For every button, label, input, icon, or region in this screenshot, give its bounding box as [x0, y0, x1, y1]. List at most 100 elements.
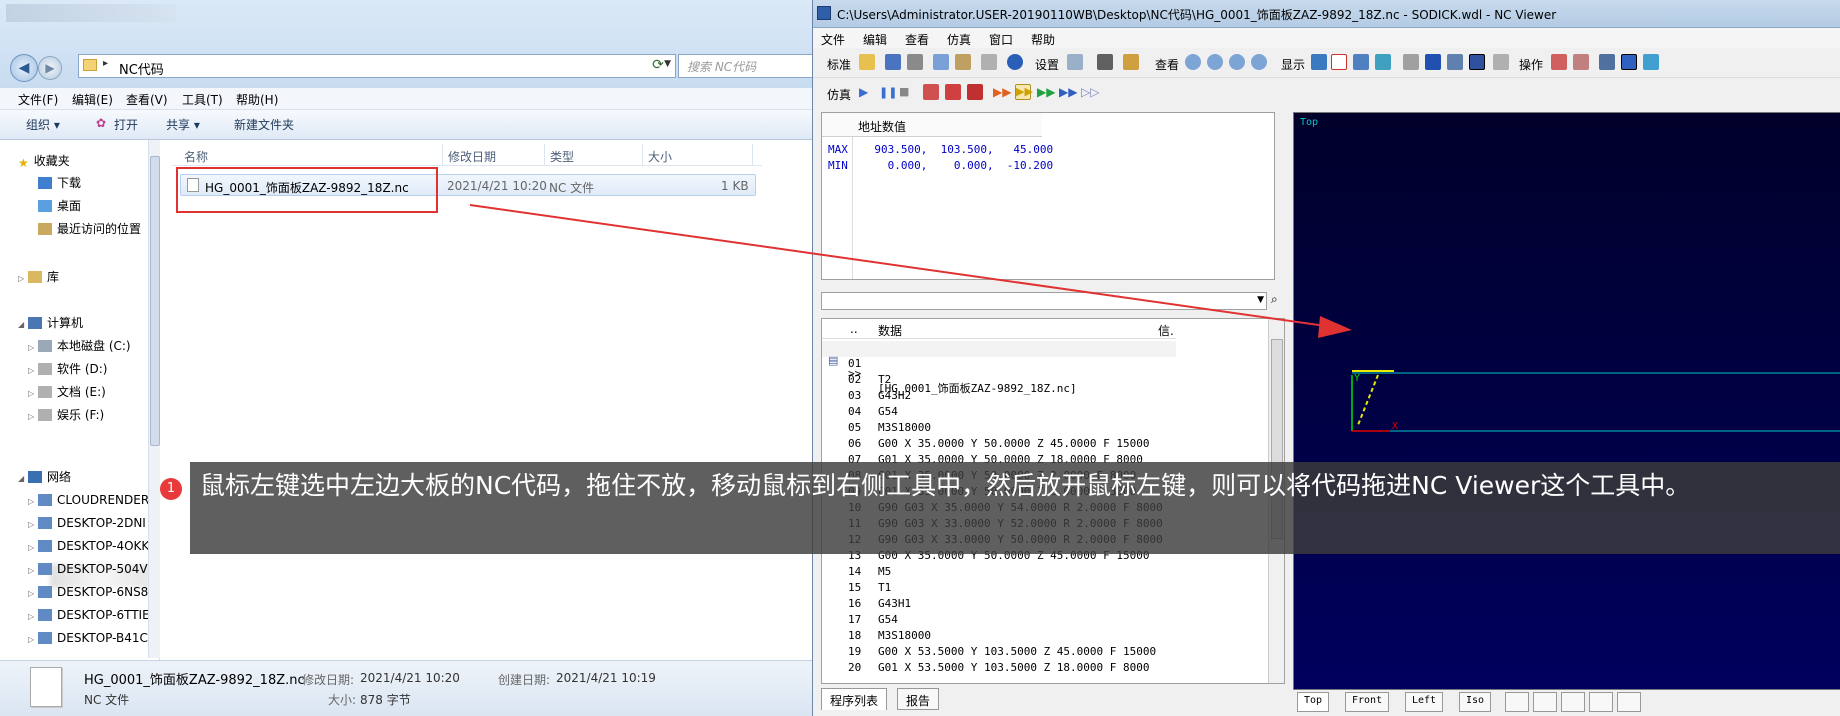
tab-left-view[interactable]: Left: [1405, 692, 1444, 712]
nc-menu-simulate[interactable]: 仿真: [947, 31, 971, 48]
organize-button[interactable]: 组织 ▾: [26, 116, 60, 133]
program-file-row[interactable]: ▤ >> [HG_0001_饰面板ZAZ-9892_18Z.nc]: [822, 341, 1176, 395]
zoom-fit-icon[interactable]: [1251, 54, 1267, 70]
axis-icon[interactable]: [1353, 54, 1369, 70]
layout-three-icon[interactable]: [1589, 692, 1613, 712]
stock-icon[interactable]: [1403, 54, 1419, 70]
layout-single-icon[interactable]: [1505, 692, 1529, 712]
chevron-down-icon[interactable]: ▼: [1257, 295, 1264, 305]
nav-network[interactable]: ◢ 网络: [18, 466, 168, 488]
pan-icon[interactable]: [1599, 54, 1615, 70]
program-line[interactable]: 15 T1: [822, 581, 1176, 597]
nav-desktop[interactable]: 桌面: [38, 195, 188, 217]
step-forward-icon[interactable]: ▶▶: [1037, 85, 1055, 101]
clear-icon[interactable]: [1493, 54, 1509, 70]
layout-split-icon[interactable]: [1533, 692, 1557, 712]
filter-icon[interactable]: [1097, 54, 1113, 70]
zoom-window-icon[interactable]: [1185, 54, 1201, 70]
tab-top-view[interactable]: Top: [1297, 692, 1330, 712]
find-icon[interactable]: ⌕: [1271, 292, 1287, 310]
settings-icon[interactable]: [1123, 54, 1139, 70]
program-line[interactable]: 01: [822, 357, 1176, 373]
stop-icon[interactable]: ■: [899, 85, 915, 101]
menu-edit[interactable]: 编辑(E): [72, 91, 113, 108]
chevron-right-icon[interactable]: ▸: [103, 58, 108, 69]
layout-quad-icon[interactable]: [1561, 692, 1585, 712]
reset-icon[interactable]: [923, 84, 939, 100]
zoom-in-icon[interactable]: [1207, 54, 1223, 70]
program-line[interactable]: 04 G54: [822, 405, 1176, 421]
nav-computer[interactable]: ◢ 计算机: [18, 312, 168, 334]
model-icon[interactable]: [1447, 54, 1463, 70]
nav-recent[interactable]: 最近访问的位置: [38, 218, 188, 240]
menu-help[interactable]: 帮助(H): [236, 91, 278, 108]
forward-button[interactable]: ▶: [38, 56, 62, 80]
frame-icon[interactable]: [1469, 54, 1485, 70]
measure-icon[interactable]: [1573, 54, 1589, 70]
menu-file[interactable]: 文件(F): [18, 91, 58, 108]
back-button[interactable]: ◀: [10, 54, 38, 82]
tab-iso-view[interactable]: Iso: [1459, 692, 1492, 712]
step-back-icon[interactable]: ▶▶: [993, 85, 1011, 101]
layout-bottom-icon[interactable]: [1617, 692, 1641, 712]
nav-scrollbar[interactable]: [148, 140, 160, 658]
search-input[interactable]: 搜索 NC代码: [678, 54, 820, 78]
open-icon[interactable]: [859, 54, 875, 70]
address-bar[interactable]: ▸ NC代码 ▼: [78, 54, 676, 78]
end-icon[interactable]: ▷▷: [1081, 85, 1099, 101]
nc-menu-window[interactable]: 窗口: [989, 31, 1013, 48]
move-icon[interactable]: [1621, 54, 1637, 70]
nav-libraries[interactable]: ▷ 库: [18, 266, 168, 288]
tool-icon[interactable]: [981, 54, 997, 70]
menu-tools[interactable]: 工具(T): [182, 91, 223, 108]
paste-icon[interactable]: [955, 54, 971, 70]
program-line[interactable]: 02 T2: [822, 373, 1176, 389]
copy-icon[interactable]: [933, 54, 949, 70]
program-line[interactable]: 17 G54: [822, 613, 1176, 629]
program-line[interactable]: 19 G00 X 53.5000 Y 103.5000 Z 45.0000 F 1…: [822, 645, 1176, 661]
select-icon[interactable]: [1551, 54, 1567, 70]
program-line[interactable]: 05 M3S18000: [822, 421, 1176, 437]
graphics-viewport[interactable]: Top X Y: [1293, 112, 1840, 690]
menu-view[interactable]: 查看(V): [126, 91, 168, 108]
new-folder-button[interactable]: 新建文件夹: [234, 116, 294, 133]
column-modified[interactable]: 修改日期: [448, 148, 496, 165]
nav-downloads[interactable]: 下载: [38, 172, 188, 194]
program-line[interactable]: 16 G43H1: [822, 597, 1176, 613]
program-search-combo[interactable]: ▼: [821, 292, 1267, 310]
column-size[interactable]: 大小: [648, 148, 672, 165]
program-line[interactable]: 18 M3S18000: [822, 629, 1176, 645]
pause-icon[interactable]: ❚❚: [879, 86, 897, 102]
zoom-out-icon[interactable]: [1229, 54, 1245, 70]
grid-icon[interactable]: [1067, 54, 1083, 70]
display-icon[interactable]: [1311, 54, 1327, 70]
program-line[interactable]: 20 G01 X 53.5000 Y 103.5000 Z 18.0000 F 8…: [822, 661, 1176, 677]
camera-icon[interactable]: [1375, 54, 1391, 70]
clear-breakpoint-icon[interactable]: [967, 84, 983, 100]
nc-menu-view[interactable]: 查看: [905, 31, 929, 48]
open-button[interactable]: 打开: [114, 116, 138, 133]
breakpoint-icon[interactable]: [945, 84, 961, 100]
program-line[interactable]: 06 G00 X 35.0000 Y 50.0000 Z 45.0000 F 15…: [822, 437, 1176, 453]
program-line[interactable]: 03 G43H2: [822, 389, 1176, 405]
nav-favorites[interactable]: ★ 收藏夹: [18, 150, 168, 172]
tab-program-list[interactable]: 程序列表: [821, 688, 888, 710]
share-button[interactable]: 共享 ▾: [166, 116, 200, 133]
nav-scroll-thumb[interactable]: [150, 156, 160, 446]
nc-menu-edit[interactable]: 编辑: [863, 31, 887, 48]
rotate-icon[interactable]: [1643, 54, 1659, 70]
fast-forward-icon[interactable]: ▶▶: [1015, 84, 1033, 100]
tab-report[interactable]: 报告: [897, 688, 940, 710]
help-icon[interactable]: [1007, 54, 1023, 70]
program-line[interactable]: 14 M5: [822, 565, 1176, 581]
play-icon[interactable]: ▶: [859, 85, 875, 101]
print-icon[interactable]: [907, 54, 923, 70]
path-icon[interactable]: [1331, 54, 1347, 70]
column-type[interactable]: 类型: [550, 148, 574, 165]
tool-view-icon[interactable]: [1425, 54, 1441, 70]
refresh-icon[interactable]: ⟳: [646, 54, 670, 78]
nc-menu-help[interactable]: 帮助: [1031, 31, 1055, 48]
next-icon[interactable]: ▶▶: [1059, 85, 1077, 101]
column-name[interactable]: 名称: [184, 148, 208, 165]
nc-menu-file[interactable]: 文件: [821, 31, 845, 48]
